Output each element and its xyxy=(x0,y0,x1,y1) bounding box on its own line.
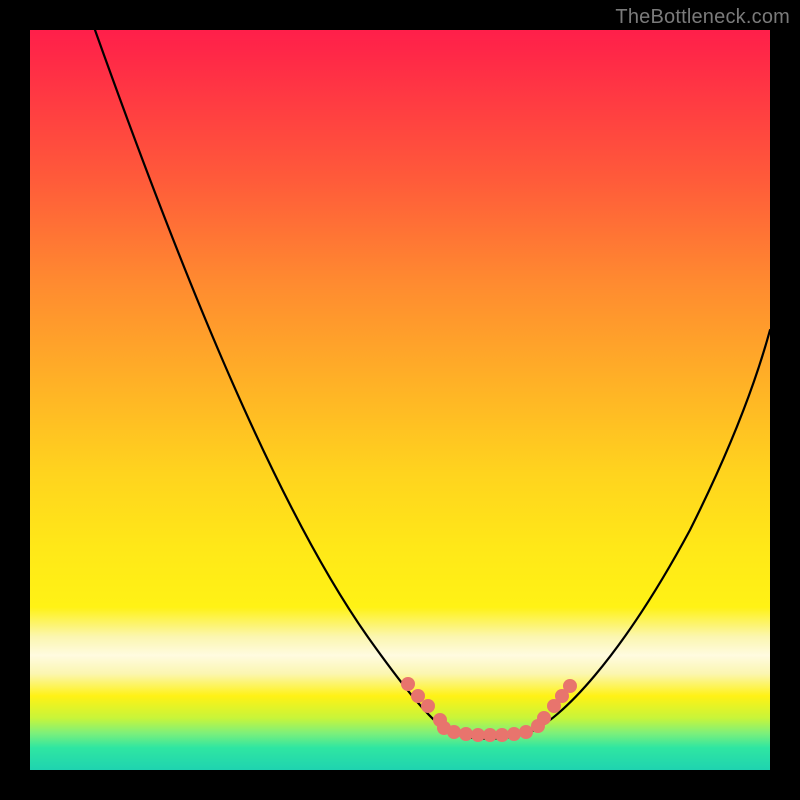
marker-dot xyxy=(411,689,425,703)
marker-dot xyxy=(447,725,461,739)
marker-dot xyxy=(563,679,577,693)
chart-frame: TheBottleneck.com xyxy=(0,0,800,800)
marker-dot xyxy=(507,727,521,741)
marker-dot xyxy=(483,728,497,742)
marker-dot xyxy=(459,727,473,741)
marker-dot xyxy=(495,728,509,742)
marker-dot xyxy=(401,677,415,691)
curve-svg xyxy=(30,30,770,770)
bottleneck-curve xyxy=(95,30,770,739)
watermark-text: TheBottleneck.com xyxy=(615,6,790,29)
marker-dot xyxy=(519,725,533,739)
plot-area xyxy=(30,30,770,770)
marker-dot xyxy=(421,699,435,713)
marker-dot xyxy=(471,728,485,742)
marker-cluster xyxy=(401,677,577,742)
marker-dot xyxy=(537,711,551,725)
